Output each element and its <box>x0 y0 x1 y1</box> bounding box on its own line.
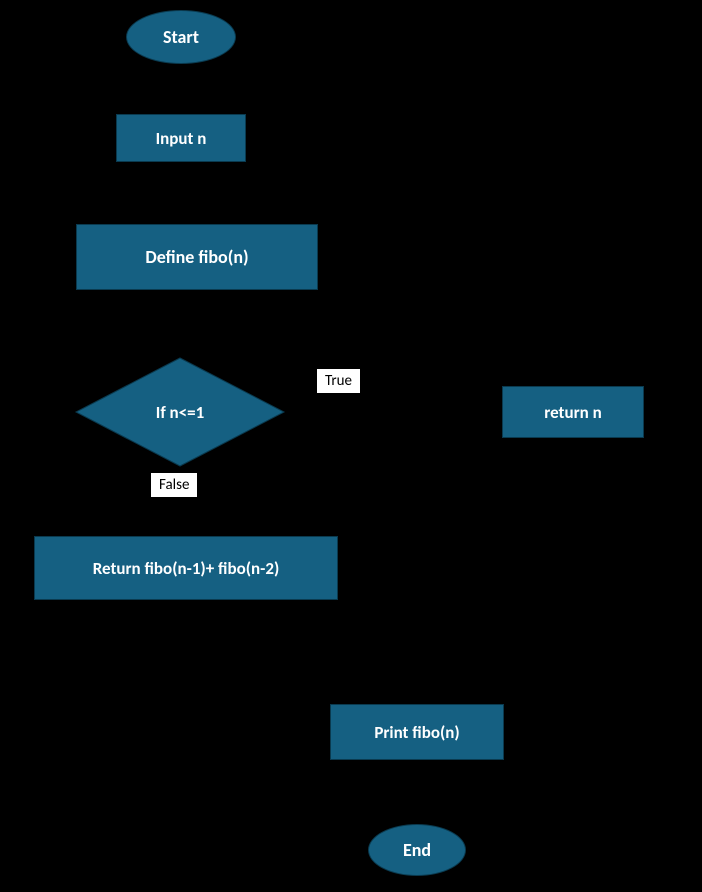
define-process: Define fibo(n) <box>76 224 318 290</box>
false-label: False <box>150 472 198 498</box>
input-process: Input n <box>116 114 246 162</box>
true-label: True <box>316 368 361 394</box>
recurse-process: Return fibo(n-1)+ fibo(n-2) <box>34 536 338 600</box>
print-process: Print fibo(n) <box>330 704 504 760</box>
end-terminal: End <box>368 824 466 876</box>
start-terminal: Start <box>126 10 236 64</box>
decision-condition: If n<=1 <box>148 402 212 423</box>
return-n-process: return n <box>502 386 644 438</box>
